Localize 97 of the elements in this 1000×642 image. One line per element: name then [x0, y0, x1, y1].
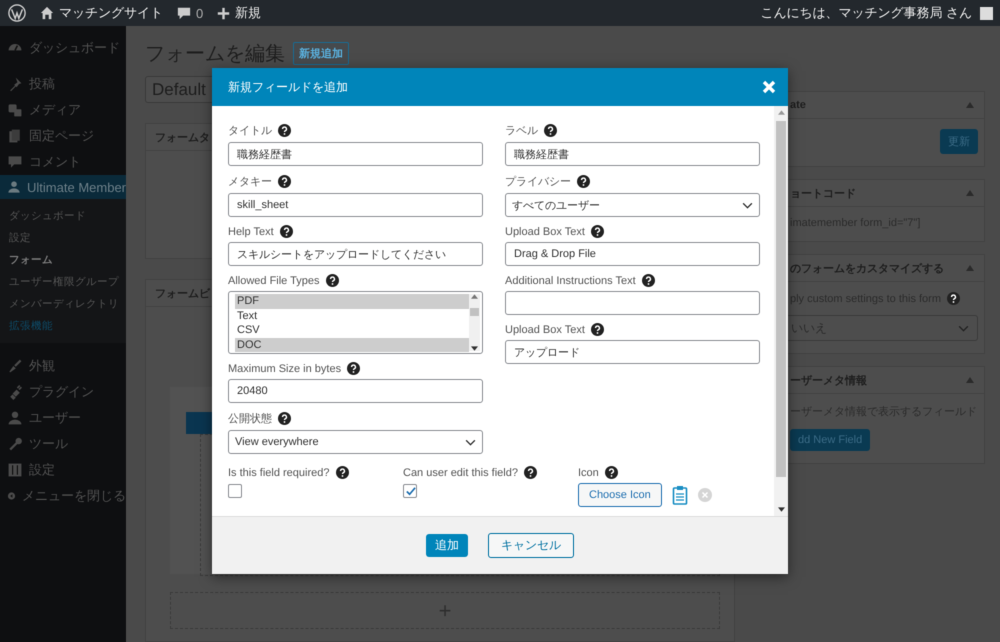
- scroll-down-icon[interactable]: [778, 507, 784, 512]
- list-box[interactable]: PDF Text CSV DOC: [228, 291, 483, 354]
- brush-icon: [7, 358, 23, 374]
- help-icon[interactable]: [642, 274, 655, 287]
- submenu-item[interactable]: 設定: [0, 227, 126, 249]
- help-icon[interactable]: [604, 466, 618, 479]
- submenu-item[interactable]: メンバーディレクトリ: [0, 293, 126, 315]
- comment-icon: [7, 154, 23, 170]
- text-field[interactable]: 職務経歴書: [505, 142, 760, 166]
- text-field[interactable]: スキルシートをアップロードしてください: [228, 242, 483, 266]
- site-name-link[interactable]: マッチングサイト: [59, 4, 163, 22]
- field-label: Upload Box Text: [505, 324, 585, 336]
- list-option[interactable]: DOC: [235, 338, 469, 352]
- text-field[interactable]: 職務経歴書: [228, 142, 483, 166]
- field-label: Can user edit this field?: [403, 466, 518, 478]
- menu-item[interactable]: コメント: [0, 149, 126, 175]
- text-field[interactable]: skill_sheet: [228, 193, 483, 217]
- field-label: 公開状態: [228, 412, 272, 426]
- checkbox[interactable]: [403, 484, 417, 498]
- text-field[interactable]: Drag & Drop File: [505, 242, 760, 266]
- help-icon[interactable]: [278, 175, 291, 188]
- caret-icon: [742, 202, 753, 208]
- plus-icon[interactable]: [217, 6, 230, 20]
- text-field[interactable]: アップロード: [505, 340, 760, 364]
- menu-item[interactable]: メニューを閉じる: [0, 483, 126, 509]
- menu-item[interactable]: メディア: [0, 97, 126, 123]
- modal-title: 新規フィールドを追加: [228, 78, 348, 96]
- field-label: ラベル: [505, 124, 538, 138]
- help-icon[interactable]: [544, 124, 557, 137]
- scrollbar[interactable]: [774, 106, 788, 516]
- text-field[interactable]: 20480: [228, 379, 483, 403]
- section-header-bar: [186, 412, 212, 434]
- field-label: タイトル: [228, 124, 272, 138]
- help-icon[interactable]: [280, 225, 293, 238]
- menu-item[interactable]: ツール: [0, 431, 126, 457]
- text-field[interactable]: [505, 291, 760, 315]
- wrench-icon: [7, 436, 23, 452]
- comment-count[interactable]: 0: [196, 6, 204, 20]
- field-label: Upload Box Text: [505, 226, 585, 238]
- help-icon[interactable]: [336, 466, 348, 479]
- list-option[interactable]: CSV: [235, 323, 469, 338]
- scroll-down-icon[interactable]: [471, 346, 478, 351]
- home-icon[interactable]: [40, 6, 54, 20]
- field-label: Help Text: [228, 226, 274, 238]
- submenu-item[interactable]: フォーム: [0, 249, 126, 271]
- avatar-icon[interactable]: [980, 6, 993, 20]
- field-label: Is this field required?: [228, 466, 330, 478]
- help-icon[interactable]: [947, 292, 960, 305]
- add-button[interactable]: 追加: [426, 534, 468, 557]
- scroll-up-icon[interactable]: [471, 294, 478, 299]
- help-icon[interactable]: [347, 362, 360, 375]
- caret-icon: [958, 324, 969, 332]
- list-option[interactable]: Text: [235, 308, 469, 323]
- field-label: メタキー: [228, 175, 272, 189]
- menu-item[interactable]: ユーザー: [0, 405, 126, 431]
- wordpress-logo-icon[interactable]: [8, 4, 26, 22]
- new-link[interactable]: 新規: [235, 4, 262, 22]
- menu-item[interactable]: 投稿: [0, 71, 126, 97]
- field-label: プライバシー: [505, 174, 571, 189]
- clipboard-icon: [672, 485, 688, 505]
- help-icon[interactable]: [278, 412, 291, 425]
- field-label: Icon: [578, 466, 599, 478]
- scrollbar[interactable]: [469, 294, 480, 351]
- help-icon[interactable]: [590, 225, 604, 238]
- cancel-button[interactable]: キャンセル: [488, 533, 574, 558]
- greeting-link[interactable]: こんにちは、マッチング事務局 さん: [760, 4, 972, 22]
- list-option[interactable]: PDF: [235, 294, 469, 308]
- menu-item[interactable]: 設定: [0, 457, 126, 483]
- media-icon: [7, 102, 23, 118]
- scroll-thumb[interactable]: [776, 121, 786, 477]
- menu-item[interactable]: プラグイン: [0, 379, 126, 405]
- user-icon: [7, 179, 22, 195]
- help-icon[interactable]: [278, 124, 291, 137]
- scroll-thumb[interactable]: [470, 308, 479, 316]
- help-icon[interactable]: [524, 466, 537, 479]
- menu-item[interactable]: 外観: [0, 353, 126, 379]
- help-icon[interactable]: [577, 175, 590, 188]
- checkbox[interactable]: [228, 484, 242, 498]
- choose-icon-button[interactable]: Choose Icon: [578, 483, 662, 507]
- settings-icon: [7, 462, 23, 478]
- help-icon[interactable]: [590, 323, 604, 336]
- plug-icon: [7, 384, 23, 400]
- menu-item[interactable]: 固定ページ: [0, 123, 126, 149]
- comment-icon[interactable]: [177, 6, 191, 20]
- select-field[interactable]: View everywhere: [228, 430, 483, 454]
- user-icon: [7, 410, 23, 426]
- add-new-button[interactable]: 新規追加: [293, 42, 349, 64]
- field-label: Maximum Size in bytes: [228, 362, 342, 374]
- pages-icon: [7, 128, 23, 144]
- select-field[interactable]: すべてのユーザー: [505, 193, 760, 217]
- submenu-item[interactable]: ダッシュボード: [0, 205, 126, 227]
- menu-item[interactable]: ダッシュボード: [0, 35, 126, 61]
- submenu-item[interactable]: ユーザー権限グループ: [0, 271, 126, 293]
- help-icon[interactable]: [326, 274, 339, 287]
- caret-icon: [465, 438, 476, 446]
- menu-item[interactable]: Ultimate Member: [0, 175, 126, 199]
- close-icon[interactable]: [762, 80, 776, 94]
